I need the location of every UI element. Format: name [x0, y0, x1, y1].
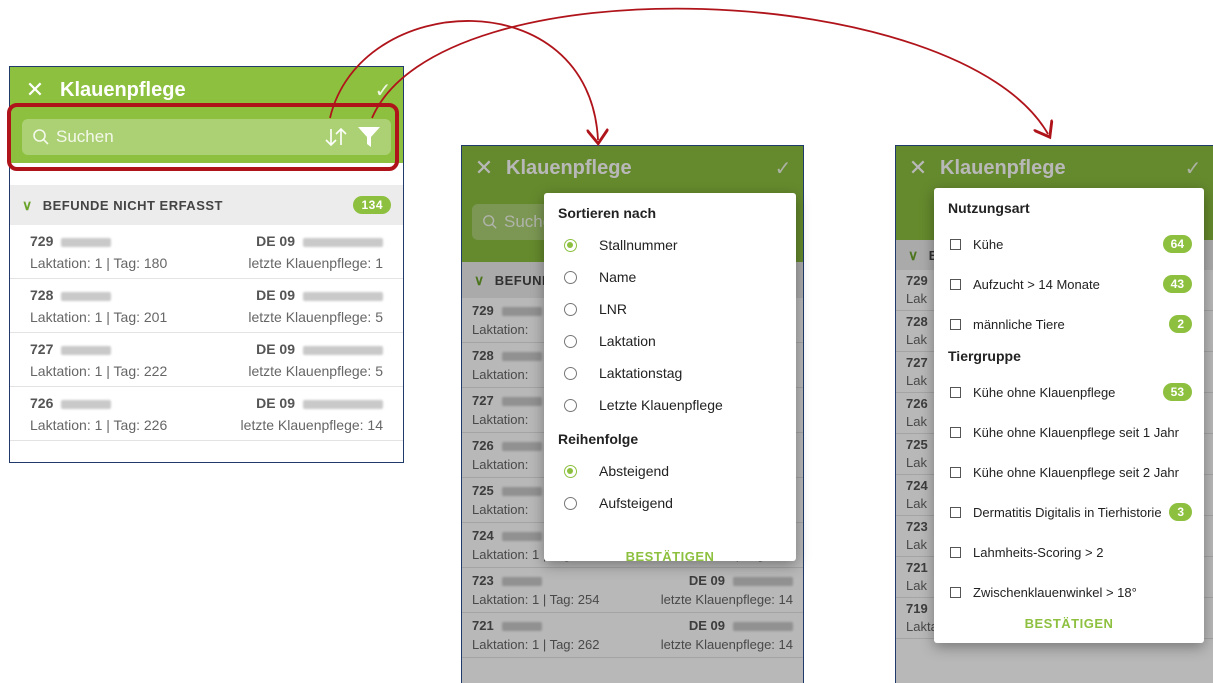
arrow-to-filter-dialog	[371, 7, 1048, 134]
flow-arrows	[329, 7, 1213, 683]
arrow-to-sort-dialog	[329, 20, 598, 140]
